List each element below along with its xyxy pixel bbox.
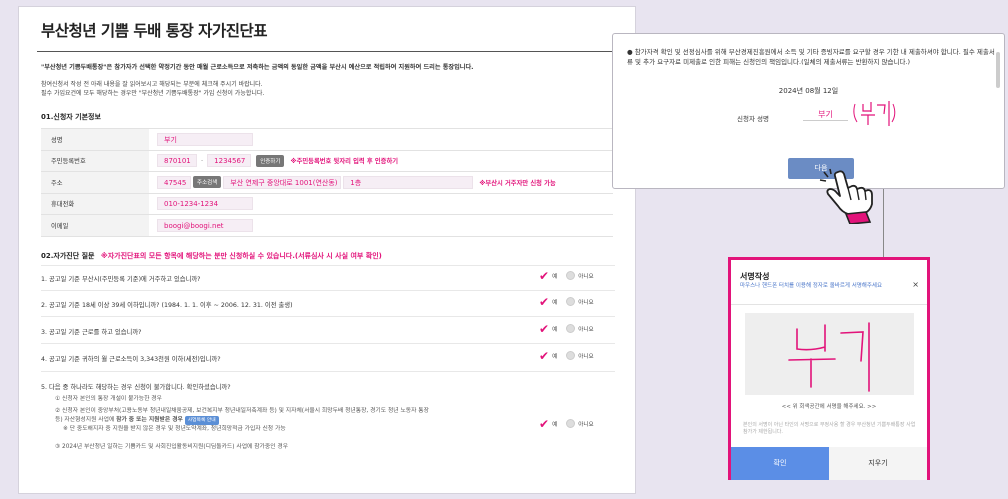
erase-button[interactable]: 지우기 xyxy=(829,447,927,480)
check-icon: ✔ xyxy=(539,416,550,431)
address-field[interactable]: 부산 연제구 중앙대로 1001(연산동) xyxy=(223,175,342,189)
q5-item-1: ① 신청자 본인의 통장 개설이 불가능한 경우 xyxy=(55,395,162,402)
title-divider xyxy=(37,51,617,52)
intro-text: 참여신청서 작성 전 아래 내용을 잘 읽어보시고 해당되는 부분에 체크해 주… xyxy=(41,80,613,98)
radio-no[interactable] xyxy=(566,419,576,428)
question-divider xyxy=(41,342,615,344)
row-address: 주소 47545 주소검색 부산 연제구 중앙대로 1001(연산동) 1층 ※… xyxy=(41,171,613,194)
section-2-title: 02.자가진단 질문 ※자가진단표의 모든 항목에 해당하는 분만 신청하실 수… xyxy=(41,251,613,261)
address-search-button[interactable]: 주소검색 xyxy=(193,176,222,189)
sign-date: 2024년 08월 12일 xyxy=(778,87,839,95)
signature-warning: 본인의 서명이 아닌 타인의 서명으로 부정사용 할 경우 부산청년 기쁨두배통… xyxy=(743,422,916,435)
address-hint: ※부산시 거주자만 신청 가능 xyxy=(479,179,556,187)
email-field[interactable]: boogi@boogi.net xyxy=(157,218,253,232)
address-detail-field[interactable]: 1층 xyxy=(343,175,474,189)
email-label: 이메일 xyxy=(41,214,149,237)
check-icon: ✔ xyxy=(539,268,550,283)
q5-item-2-line1: ② 신청자 본인이 중앙부처(고용노동부 청년내일채움공제, 보건복지부 청년내… xyxy=(55,407,429,414)
confirm-button[interactable]: 확인 xyxy=(731,447,829,480)
pointer-hand-icon xyxy=(819,168,873,224)
question-2-choices: ✔ 예 아니요 xyxy=(539,294,594,309)
q5-item-2-note: ※ 단 중도해지자 중 지원을 받지 않은 경우 및 청년도약계좌, 청년희망적… xyxy=(63,425,286,432)
connector-line xyxy=(883,189,884,257)
signature-thumbnail xyxy=(853,101,896,126)
phone-field[interactable]: 010-1234-1234 xyxy=(157,197,253,211)
rrn-dash: - xyxy=(201,157,204,165)
question-divider xyxy=(41,289,615,291)
row-rrn: 주민등록번호 870101-1234567 인증하기 ※주민등록번호 뒷자리 입… xyxy=(41,149,613,172)
rrn-front-field[interactable]: 870101 xyxy=(157,154,197,168)
signer-label: 신청자 성명 xyxy=(737,115,769,123)
row-name: 성명 부기 xyxy=(41,128,613,151)
pad-hint: << 위 회색공간에 서명을 해주세요. >> xyxy=(781,404,877,410)
dialog-title: 서명작성 xyxy=(740,272,770,281)
dialog-subtitle: 마우스나 핸드폰 터치를 이용해 정자로 올바르게 서명해주세요 xyxy=(740,283,883,289)
intro-line-1: 참여신청서 작성 전 아래 내용을 잘 읽어보시고 해당되는 부분에 체크해 주… xyxy=(41,81,263,88)
close-icon[interactable]: × xyxy=(912,280,919,289)
radio-no[interactable] xyxy=(566,271,576,280)
phone-label: 휴대전화 xyxy=(41,192,149,215)
verify-button[interactable]: 인증하기 xyxy=(256,154,285,167)
signature-pad[interactable] xyxy=(745,313,914,395)
basic-info-table: 성명 부기 주민등록번호 870101-1234567 인증하기 ※주민등록번호… xyxy=(41,128,613,237)
program-list-badge[interactable]: 사업목록 안내 xyxy=(184,415,219,425)
q5-item-2-pre: 등) 자산형성지원 사업에 xyxy=(55,416,117,423)
yes-label[interactable]: 예 xyxy=(552,420,557,428)
radio-no[interactable] xyxy=(566,351,576,360)
question-divider xyxy=(41,315,615,317)
q5-item-2: ② 신청자 본인이 중앙부처(고용노동부 청년내일채움공제, 보건복지부 청년내… xyxy=(55,407,525,434)
no-label[interactable]: 아니요 xyxy=(578,352,593,360)
question-1-choices: ✔ 예 아니요 xyxy=(539,268,594,283)
yes-label[interactable]: 예 xyxy=(552,272,557,280)
name-field[interactable]: 부기 xyxy=(157,132,253,146)
intro-line-2: 필수 가입요건에 모두 해당하는 경우만 "부산청년 기쁨두배통장" 가입 신청… xyxy=(41,90,265,97)
no-label[interactable]: 아니요 xyxy=(578,420,593,428)
question-5: 5. 다음 중 하나라도 해당하는 경우 신청이 불가합니다. 확인하셨습니까? xyxy=(41,383,231,391)
radio-no[interactable] xyxy=(566,297,576,306)
dialog-divider xyxy=(731,304,927,305)
signature-dialog: 서명작성 × 마우스나 핸드폰 터치를 이용해 정자로 올바르게 서명해주세요 … xyxy=(728,257,930,480)
check-icon: ✔ xyxy=(539,294,550,309)
page-title: 부산청년 기쁨 두배 통장 자가진단표 xyxy=(41,22,268,40)
zip-field[interactable]: 47545 xyxy=(157,175,191,189)
name-label: 성명 xyxy=(41,128,149,151)
yes-label[interactable]: 예 xyxy=(552,298,557,306)
row-email: 이메일 boogi@boogi.net xyxy=(41,214,613,237)
question-4: 4. 공고일 기준 귀하의 월 근로소득이 3,343천원 이하(세전)입니까? xyxy=(41,355,221,363)
question-divider xyxy=(41,264,615,266)
row-phone: 휴대전화 010-1234-1234 xyxy=(41,192,613,215)
signature-stroke xyxy=(788,322,870,392)
question-2: 2. 공고일 기준 18세 이상 39세 이하입니까? (1984. 1. 1.… xyxy=(41,301,293,309)
no-label[interactable]: 아니요 xyxy=(578,325,593,333)
rrn-label: 주민등록번호 xyxy=(41,149,149,172)
no-label[interactable]: 아니요 xyxy=(578,298,593,306)
section-2-label: 02.자가진단 질문 xyxy=(41,251,95,260)
question-1: 1. 공고일 기준 부산시(주민등록 기준)에 거주하고 있습니까? xyxy=(41,275,201,283)
no-label[interactable]: 아니요 xyxy=(578,272,593,280)
check-icon: ✔ xyxy=(539,348,550,363)
address-label: 주소 xyxy=(41,171,149,194)
yes-label[interactable]: 예 xyxy=(552,325,557,333)
yes-label[interactable]: 예 xyxy=(552,352,557,360)
intro-bold: "부산청년 기쁨두배통장"은 참가자가 선택한 약정기간 동안 매월 근로소득으… xyxy=(41,64,474,71)
rrn-hint: ※주민등록번호 뒷자리 입력 후 인증하기 xyxy=(290,158,399,166)
notice-panel: ● 참가자격 확인 및 선정심사를 위해 부산경제진흥원에서 소득 및 기타 증… xyxy=(612,33,1005,189)
signer-name-field[interactable]: 부기 xyxy=(803,109,848,121)
rrn-back-field[interactable]: 1234567 xyxy=(207,154,252,168)
notice-text: ● 참가자격 확인 및 선정심사를 위해 부산경제진흥원에서 소득 및 기타 증… xyxy=(627,48,995,66)
question-3: 3. 공고일 기준 근로를 하고 있습니까? xyxy=(41,328,142,336)
q5-item-2-bold: 참가 중 또는 지원받은 경우 xyxy=(116,416,183,423)
section-1-title: 01.신청자 기본정보 xyxy=(41,113,101,121)
radio-no[interactable] xyxy=(566,324,576,333)
self-diagnosis-form: 부산청년 기쁨 두배 통장 자가진단표 "부산청년 기쁨두배통장"은 참가자가 … xyxy=(18,6,636,494)
question-4-choices: ✔ 예 아니요 xyxy=(539,348,594,363)
question-5-choices: ✔ 예 아니요 xyxy=(539,416,594,431)
section-2-hint: ※자가진단표의 모든 항목에 해당하는 분만 신청하실 수 있습니다.(서류심사… xyxy=(100,251,382,260)
q5-item-3: ③ 2024년 부산청년 일하는 기쁨카드 및 사회진입활동비지원(디딤돌카드)… xyxy=(55,443,289,450)
question-3-choices: ✔ 예 아니요 xyxy=(539,321,594,336)
question-divider xyxy=(41,370,615,372)
check-icon: ✔ xyxy=(539,321,550,336)
question-list: 1. 공고일 기준 부산시(주민등록 기준)에 거주하고 있습니까? ✔ 예 아니… xyxy=(41,261,615,461)
